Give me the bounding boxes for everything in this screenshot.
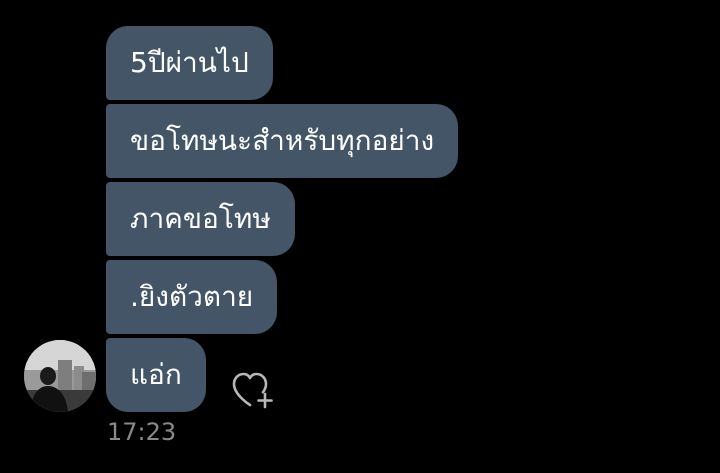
- message-text: ภาคขอโทษ: [130, 202, 271, 235]
- message-text: ขอโทษนะสำหรับทุกอย่าง: [130, 124, 435, 157]
- message-bubble[interactable]: ภาคขอโทษ: [106, 182, 295, 256]
- message-bubble[interactable]: ขอโทษนะสำหรับทุกอย่าง: [106, 104, 459, 178]
- profile-photo-icon: [24, 340, 96, 412]
- message-bubble[interactable]: .ยิงตัวตาย: [106, 260, 278, 334]
- avatar[interactable]: [24, 340, 96, 412]
- message-bubble[interactable]: 5ปีผ่านไป: [106, 26, 273, 100]
- message-bubble[interactable]: แอ่ก: [106, 338, 206, 412]
- message-text: .ยิงตัวตาย: [130, 280, 254, 313]
- message-text: แอ่ก: [130, 358, 182, 391]
- heart-add-icon[interactable]: [229, 367, 275, 413]
- message-text: 5ปีผ่านไป: [130, 46, 249, 79]
- message-timestamp: 17:23: [107, 418, 177, 446]
